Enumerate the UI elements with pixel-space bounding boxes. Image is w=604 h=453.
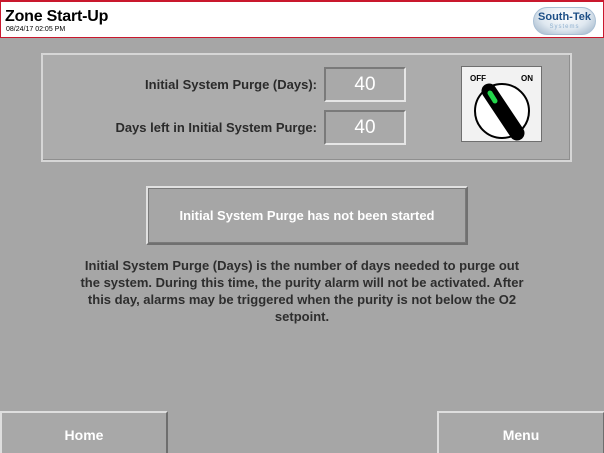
timestamp: 08/24/17 02:05 PM [6, 26, 66, 33]
page-title: Zone Start-Up [5, 8, 109, 25]
initial-purge-days-input[interactable]: 40 [324, 67, 406, 102]
days-left-label: Days left in Initial System Purge: [115, 120, 317, 135]
days-left-value: 40 [324, 110, 406, 145]
initial-purge-label: Initial System Purge (Days): [145, 77, 317, 92]
purge-on-off-switch[interactable]: OFF ON [461, 66, 542, 142]
purge-description: Initial System Purge (Days) is the numbe… [80, 258, 524, 324]
header-bar: Zone Start-Up 08/24/17 02:05 PM South-Te… [0, 0, 604, 38]
logo-sub-text: Systems [549, 24, 580, 30]
purge-settings-panel: Initial System Purge (Days): 40 Days lef… [41, 53, 572, 162]
purge-status-message: Initial System Purge has not been starte… [146, 186, 468, 245]
south-tek-logo: South-Tek Systems [533, 7, 596, 35]
logo-main-text: South-Tek [538, 11, 591, 23]
rotary-switch-icon: OFF ON [470, 74, 533, 141]
menu-button[interactable]: Menu [437, 411, 604, 453]
switch-off-label: OFF [470, 74, 486, 83]
home-button[interactable]: Home [0, 411, 168, 453]
switch-on-label: ON [521, 74, 533, 83]
